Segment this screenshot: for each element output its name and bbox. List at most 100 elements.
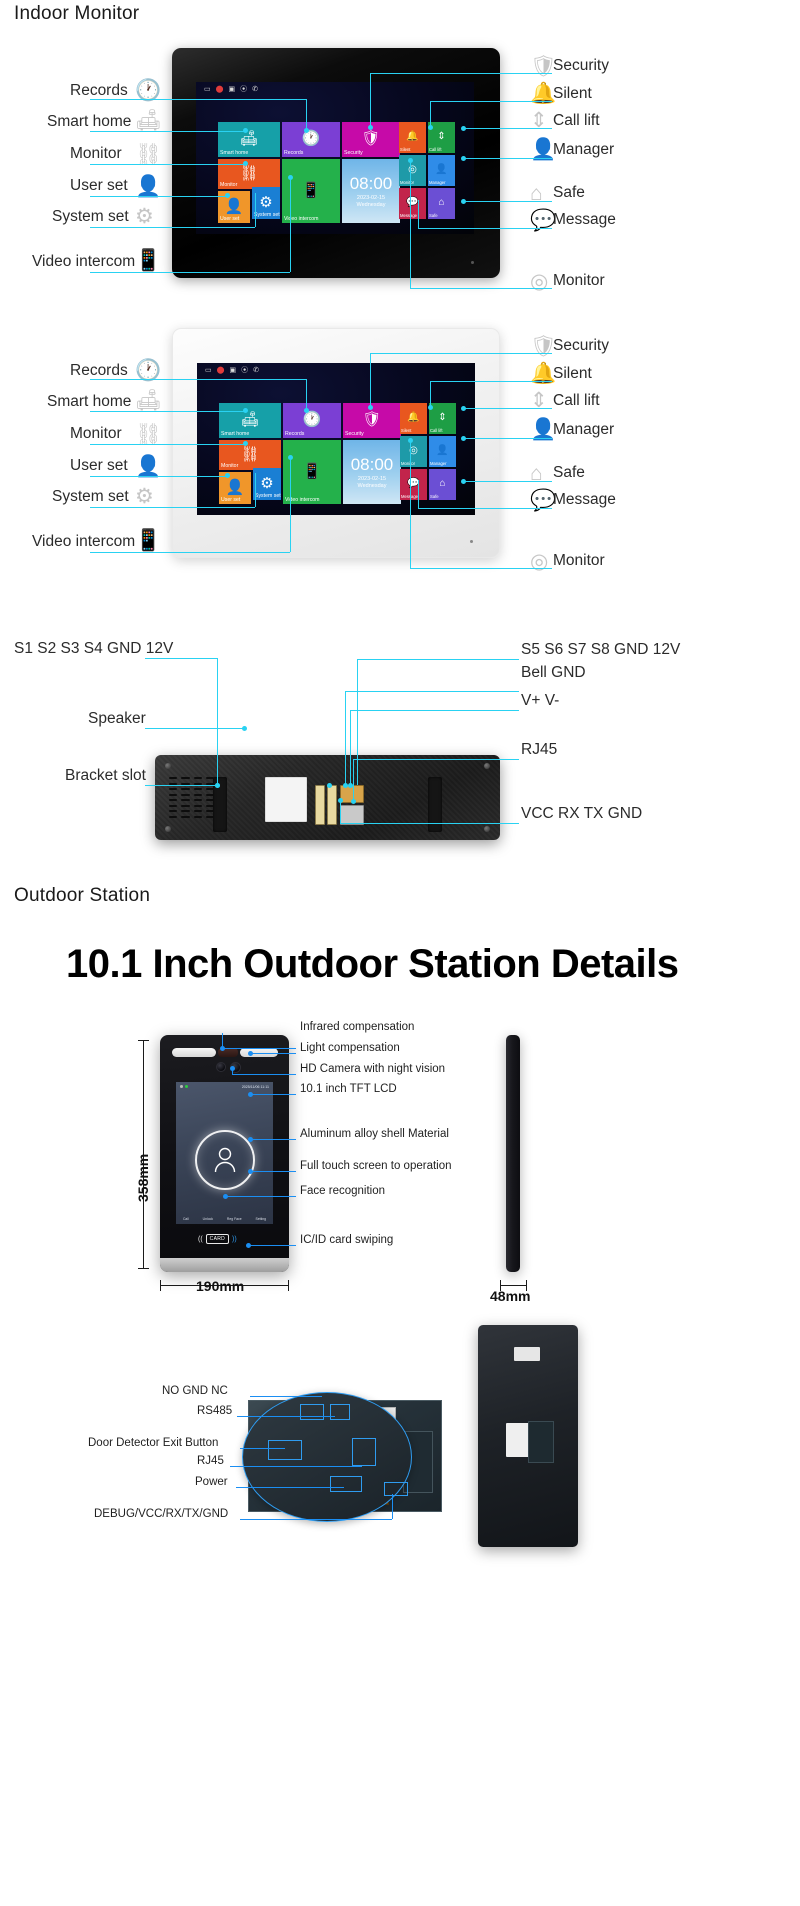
tile-message[interactable]: 💬 Message	[400, 469, 427, 500]
dot-monitor-right-2	[408, 438, 413, 443]
tile-safe[interactable]: ⌂ Safe	[429, 469, 456, 500]
highlight-rj45	[352, 1438, 376, 1466]
screen-menu-bar[interactable]: Call Unlock Reg Face Setting	[176, 1217, 273, 1221]
dot-rj45	[351, 799, 356, 804]
callout-message-1: Message	[553, 211, 616, 228]
tile-records[interactable]: 🕐 Records	[283, 403, 341, 438]
lead-monitor-right-1-v	[410, 160, 411, 288]
product-spec-page: Indoor Monitor ▭ ⬤ ▣ ⦿ ✆ 🛋 Smart home 🕐 …	[0, 0, 800, 1906]
clock-icon: 🕐	[135, 359, 162, 382]
callout-call-lift-2: Call lift	[553, 392, 600, 409]
hd-camera-icon	[216, 1062, 226, 1072]
lead-safe-1	[463, 201, 552, 202]
screen-status-bar-2: ▭ ⬤ ▣ ⦿ ✆	[205, 367, 259, 374]
menu-call[interactable]: Call	[183, 1217, 189, 1221]
lead-manager-2	[463, 438, 552, 439]
bell-icon: 🔔	[406, 130, 419, 142]
callout-records-2: Records	[70, 362, 128, 379]
lead-user-set-1	[90, 196, 227, 197]
page-title-outdoor-station: Outdoor Station	[14, 885, 151, 906]
wave-left-icon: ((	[198, 1235, 203, 1243]
tile-manager[interactable]: 👤 Manager	[429, 436, 456, 467]
back-cover-sticker	[514, 1347, 540, 1361]
callout-user-set-2: User set	[70, 457, 128, 474]
dot-call-lift-2	[461, 406, 466, 411]
elevator-icon: ⇕	[437, 130, 446, 142]
lead-ic-id	[248, 1245, 296, 1246]
card-label: CARD	[205, 1234, 230, 1244]
tile-manager[interactable]: 👤 Manager	[428, 155, 455, 186]
dim-width-cap-right	[288, 1280, 289, 1291]
menu-unlock[interactable]: Unlock	[203, 1217, 213, 1221]
dot-light-comp	[248, 1051, 253, 1056]
network-icon: ⛓	[135, 423, 162, 446]
callout-monitor-right-2: Monitor	[553, 552, 605, 569]
side-tile-grid-2: 🔔 Silent ⇕ Call lift ◎ Monitor 👤 Manager…	[400, 403, 456, 500]
dot-call-lift-1	[461, 126, 466, 131]
screen-timestamp: 2025/11/06 11:11	[241, 1085, 269, 1089]
lead-aluminum	[250, 1139, 296, 1140]
sofa-icon: 🛋	[239, 130, 259, 147]
home-shield-icon: ⌂	[438, 196, 445, 208]
tile-safe[interactable]: ⌂ Safe	[428, 188, 455, 219]
tile-silent[interactable]: 🔔 Silent	[400, 403, 427, 434]
lead-system-set-2	[90, 507, 255, 508]
dot-bracket-slot-2	[215, 783, 220, 788]
lead-system-set-1-v	[255, 193, 256, 227]
tile-records[interactable]: 🕐 Records	[282, 122, 340, 157]
tile-call-lift[interactable]: ⇕ Call lift	[429, 403, 456, 434]
tile-system-set[interactable]: ⚙ System set	[253, 468, 281, 500]
dot-user-set-1	[225, 193, 230, 198]
tile-video-intercom[interactable]: 📱 Video intercom	[283, 440, 341, 504]
status-leds	[180, 1085, 188, 1088]
lead-monitor-right-1	[410, 288, 552, 289]
callout-power: Power	[195, 1476, 228, 1488]
callout-ic-id-card: IC/ID card swiping	[300, 1234, 394, 1246]
picture-icon: ▣	[228, 86, 236, 93]
highlight-power	[330, 1476, 362, 1492]
bell-icon: 🔔	[407, 411, 420, 423]
indoor-monitor-white: ▭ ⬤ ▣ ⦿ ✆ 🛋 Smart home 🕐 Records 🛡 Secur…	[172, 328, 500, 558]
network-icon: ⛓	[239, 164, 259, 182]
lead-bell-gnd-v	[345, 691, 346, 785]
callout-records-1: Records	[70, 82, 128, 99]
tile-smart-home[interactable]: 🛋 Smart home	[218, 122, 280, 157]
menu-setting[interactable]: Setting	[255, 1217, 266, 1221]
gear-icon: ⚙	[259, 193, 273, 211]
dim-depth-line	[500, 1285, 527, 1286]
dim-height-cap-top	[138, 1040, 149, 1041]
lead-silent-1	[430, 101, 552, 102]
callout-rj45-pcb: RJ45	[197, 1455, 224, 1467]
dot-monitor-1	[243, 161, 248, 166]
callout-rj45: RJ45	[521, 741, 558, 758]
product-sticker	[265, 777, 307, 822]
gear-icon: ⚙	[135, 485, 154, 508]
lead-rj45-v	[353, 759, 354, 801]
menu-reg-face[interactable]: Reg Face	[227, 1217, 242, 1221]
screw-top-right	[484, 763, 490, 769]
lead-message-1	[418, 228, 552, 229]
callout-video-intercom-1: Video intercom	[32, 253, 136, 270]
callout-no-gnd-nc: NO GND NC	[162, 1385, 228, 1397]
lead-video-intercom-2-v	[290, 457, 291, 552]
outdoor-lcd-screen[interactable]: 2025/11/06 11:11 Call Unlock Reg Face Se…	[176, 1082, 273, 1224]
tile-system-set[interactable]: ⚙ System set	[252, 187, 280, 219]
rj45-port	[340, 805, 364, 825]
highlight-debug	[384, 1482, 408, 1496]
dot-safe-1	[461, 199, 466, 204]
indicator-led-black	[471, 261, 474, 264]
tile-message[interactable]: 💬 Message	[399, 188, 426, 219]
monitor-icon: ▭	[205, 367, 212, 374]
lead-tft-lcd	[250, 1094, 296, 1095]
lead-hd-camera	[232, 1074, 296, 1075]
lead-bracket-slot	[145, 785, 217, 786]
lead-s1-s4	[145, 658, 217, 659]
back-cover-connector-block	[528, 1421, 554, 1463]
tile-monitor-side[interactable]: ◎ Monitor	[400, 436, 427, 467]
lead-system-set-1	[90, 227, 255, 228]
lead-infrared	[222, 1048, 296, 1049]
tile-smart-home[interactable]: 🛋 Smart home	[219, 403, 281, 438]
clock-time: 08:00	[350, 454, 394, 474]
tile-silent[interactable]: 🔔 Silent	[399, 122, 426, 153]
outdoor-station-heading: 10.1 Inch Outdoor Station Details	[66, 942, 679, 986]
